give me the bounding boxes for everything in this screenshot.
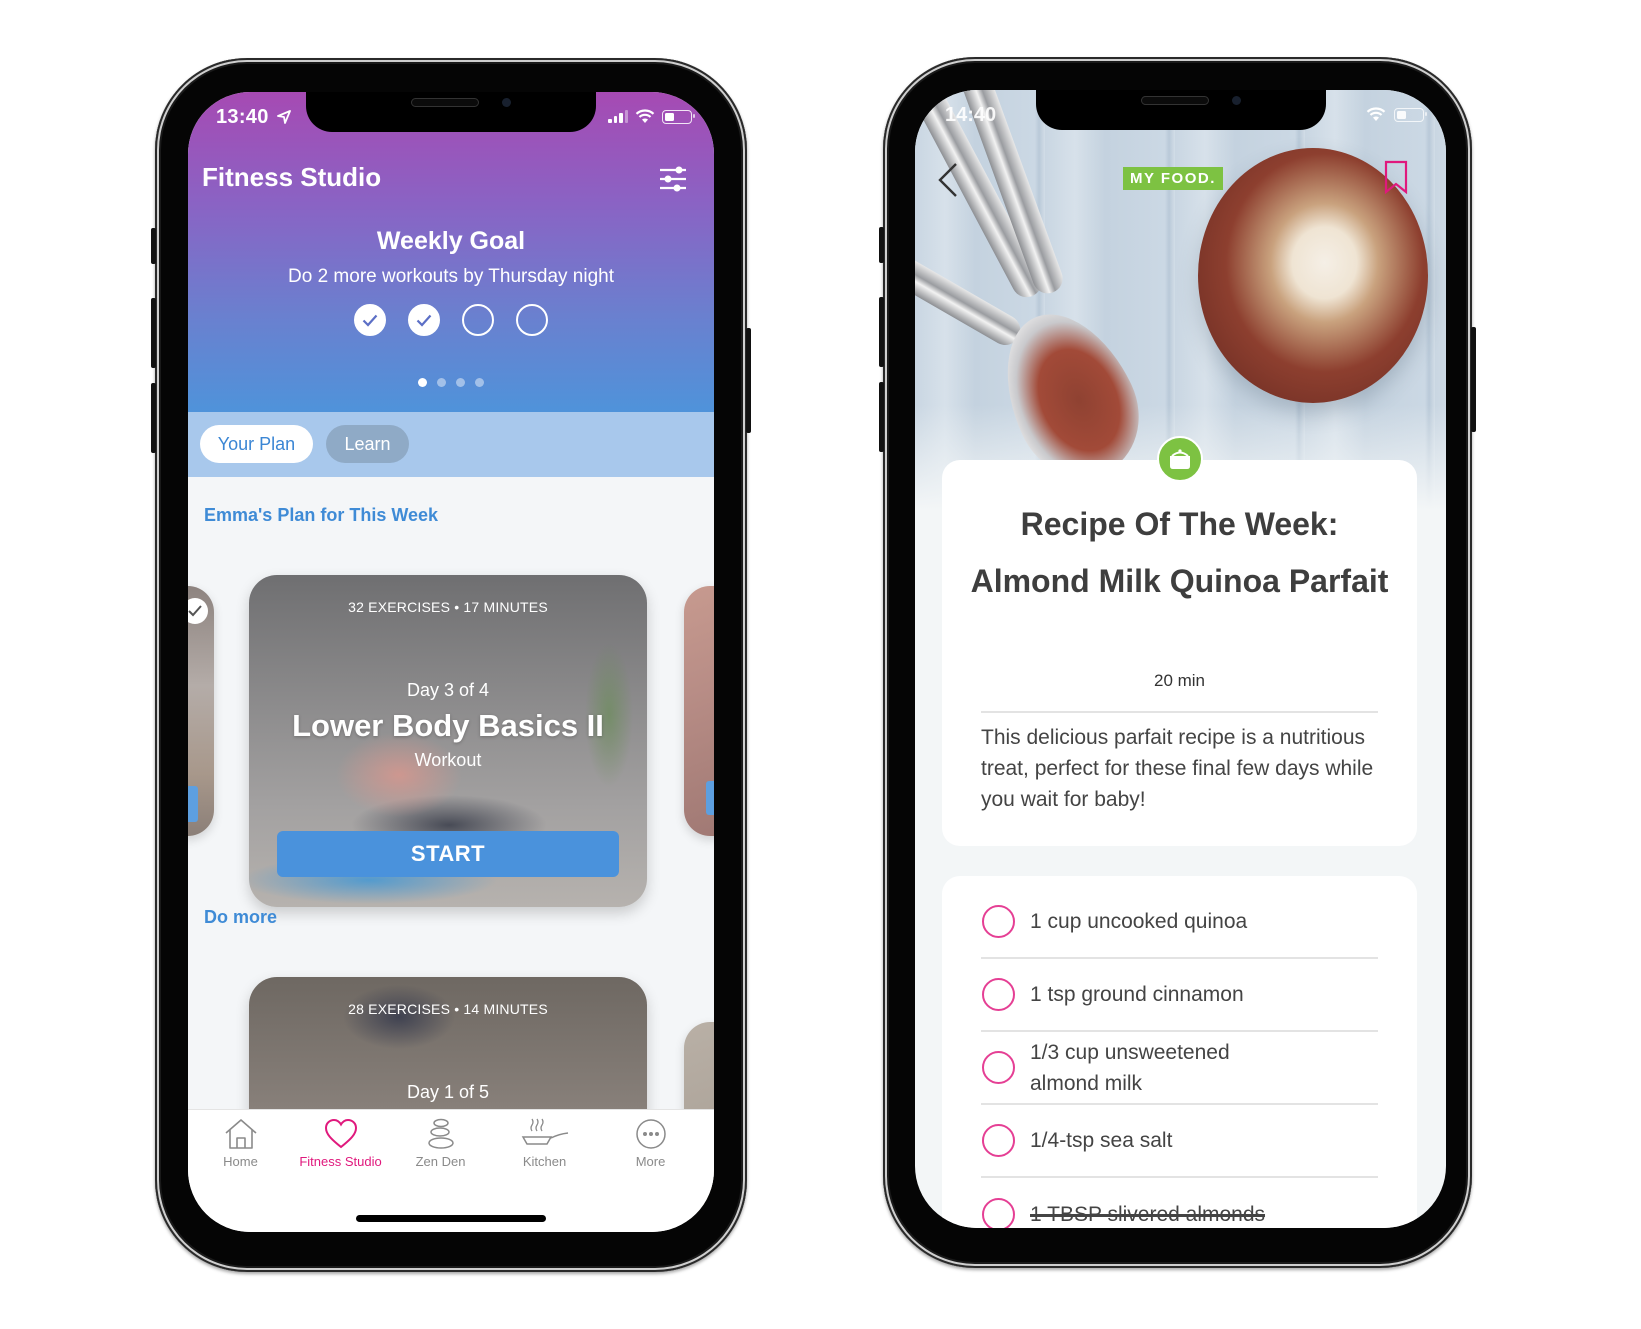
mute-switch (151, 228, 156, 264)
page-indicator[interactable] (188, 378, 714, 387)
tab-your-plan[interactable]: Your Plan (200, 425, 313, 463)
frying-pan-icon (521, 1118, 568, 1145)
nav-home[interactable]: Home (188, 1118, 293, 1169)
ingredient-text: 1/4-tsp sea salt (1030, 1129, 1173, 1152)
page-dot[interactable] (418, 378, 427, 387)
battery-icon (662, 109, 695, 124)
ingredient-checkbox[interactable] (982, 1124, 1015, 1157)
page-dot[interactable] (437, 378, 446, 387)
section-do-more-title: Do more (204, 907, 278, 927)
divider (981, 711, 1378, 713)
workout-card[interactable]: 32 EXERCISES • 17 MINUTES Day 3 of 4 Low… (249, 575, 647, 907)
workout-day: Day 1 of 5 (406, 1082, 490, 1102)
ingredients-card: 1 cup uncooked quinoa 1 tsp ground cinnam… (942, 876, 1417, 1228)
segment-control: Your Plan Learn (188, 412, 714, 477)
home-icon (224, 1119, 257, 1149)
page-dot[interactable] (475, 378, 484, 387)
ingredient-checkbox[interactable] (982, 1051, 1015, 1084)
recipe-summary-card: Recipe Of The Week: Almond Milk Quinoa P… (942, 436, 1417, 846)
workout-meta: 28 EXERCISES • 14 MINUTES (348, 1001, 548, 1017)
power-button (1471, 327, 1476, 432)
ingredient-row[interactable]: 1 TBSP slivered almonds (981, 1178, 1378, 1228)
workout-day: Day 3 of 4 (406, 680, 490, 700)
sliders-icon[interactable] (658, 164, 688, 194)
page-dot[interactable] (456, 378, 465, 387)
ingredient-checkbox[interactable] (982, 905, 1015, 938)
power-button (746, 328, 751, 433)
ingredient-text: 1 TBSP slivered almonds (1030, 1203, 1266, 1226)
battery-icon (1394, 107, 1427, 122)
heart-icon (324, 1118, 357, 1149)
goal-completed-check (354, 304, 386, 336)
weekly-goal-subtitle: Do 2 more workouts by Thursday night (288, 266, 614, 287)
goal-completed-check (408, 304, 440, 336)
workout-type: Workout (414, 750, 482, 770)
header: 13:40 Fitness Studio Weekly Goal Do 2 mo… (188, 92, 714, 412)
ingredient-checkbox[interactable] (982, 978, 1015, 1011)
recipe-time: 20 min (1153, 671, 1206, 690)
volume-up-button (879, 297, 884, 367)
bottom-tab-bar: Home Fitness Studio Zen Den Kitchen More (188, 1109, 714, 1232)
chevron-left-icon[interactable] (935, 160, 961, 200)
cooking-pot-icon (1156, 436, 1203, 482)
nav-kitchen[interactable]: Kitchen (492, 1118, 597, 1169)
ingredient-text: 1/3 cup unsweetened almond milk (1030, 1040, 1230, 1095)
weekly-goal-title: Weekly Goal (376, 227, 526, 255)
volume-down-button (151, 383, 156, 453)
cellular-signal-icon (608, 110, 628, 123)
status-time: 14:40 (945, 104, 997, 126)
status-bar: 14:40 (945, 104, 1427, 128)
next-workout-card[interactable] (684, 586, 714, 836)
status-bar: 13:40 (216, 106, 695, 130)
wifi-icon (1366, 107, 1386, 121)
recipe-title: Recipe Of The Week: Almond Milk Quinoa P… (970, 506, 1389, 599)
ingredient-row[interactable]: 1/3 cup unsweetened almond milk (981, 1032, 1378, 1105)
weekly-goal-progress (188, 304, 714, 336)
check-icon (362, 314, 378, 327)
check-icon (416, 314, 432, 327)
home-indicator[interactable] (356, 1215, 546, 1222)
goal-pending-circle (516, 304, 548, 336)
phone-recipe: 14:40 MY FOOD. Recipe Of The Week: Almon… (879, 57, 1476, 1268)
recipe-description: This delicious parfait recipe is a nutri… (981, 726, 1374, 811)
ingredient-text: 1 cup uncooked quinoa (1030, 910, 1248, 933)
screen: 14:40 MY FOOD. Recipe Of The Week: Almon… (915, 90, 1446, 1228)
location-arrow-icon (276, 110, 291, 124)
workout-meta: 32 EXERCISES • 17 MINUTES (348, 599, 548, 615)
tab-learn[interactable]: Learn (326, 425, 409, 463)
page-title: Fitness Studio (202, 162, 382, 192)
start-button[interactable]: START (277, 831, 619, 877)
goal-pending-circle (462, 304, 494, 336)
status-time: 13:40 (216, 106, 291, 129)
more-dots-icon (635, 1119, 666, 1149)
ingredient-row[interactable]: 1/4-tsp sea salt (981, 1105, 1378, 1178)
workout-name: Lower Body Basics II (292, 708, 604, 743)
bookmark-icon[interactable] (1384, 160, 1408, 194)
screen: 13:40 Fitness Studio Weekly Goal Do 2 mo… (188, 92, 714, 1232)
mute-switch (879, 227, 884, 263)
nav-more[interactable]: More (598, 1118, 703, 1169)
volume-down-button (879, 382, 884, 452)
section-plan-title: Emma's Plan for This Week (204, 505, 439, 525)
nav-zen-den[interactable]: Zen Den (388, 1118, 493, 1169)
ingredient-row[interactable]: 1 cup uncooked quinoa (981, 886, 1378, 959)
nav-fitness-studio[interactable]: Fitness Studio (288, 1118, 393, 1169)
phone-fitness-studio: 13:40 Fitness Studio Weekly Goal Do 2 mo… (151, 58, 751, 1272)
ingredient-checkbox[interactable] (982, 1198, 1015, 1228)
stacked-stones-icon (427, 1118, 454, 1149)
brand-badge: MY FOOD. (1123, 167, 1223, 190)
previous-workout-card[interactable] (188, 586, 214, 836)
volume-up-button (151, 298, 156, 368)
wifi-icon (635, 109, 655, 123)
ingredient-text: 1 tsp ground cinnamon (1030, 983, 1244, 1006)
ingredient-row[interactable]: 1 tsp ground cinnamon (981, 959, 1378, 1032)
